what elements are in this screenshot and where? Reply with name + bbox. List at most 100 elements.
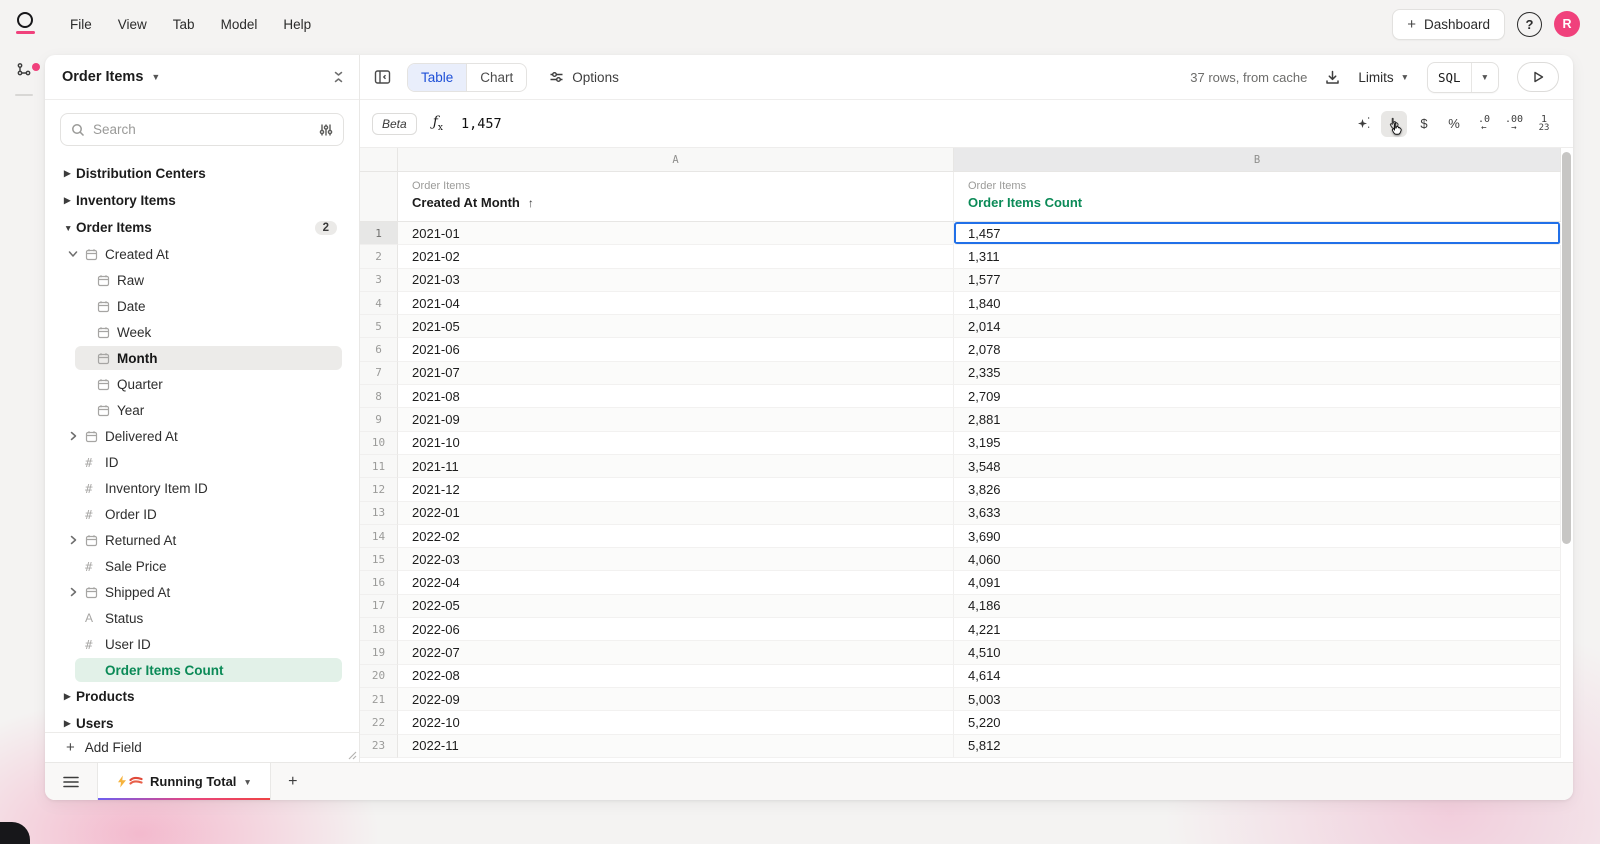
column-letter-a[interactable]: A	[398, 148, 954, 171]
field-tree-item-date[interactable]: Date	[45, 293, 359, 319]
field-tree-item-inventory-items[interactable]: ▶ Inventory Items	[45, 187, 359, 214]
field-tree-item-week[interactable]: Week	[45, 319, 359, 345]
cell-count[interactable]: 2,881	[954, 408, 1561, 432]
caret-down-icon[interactable]: ▼	[64, 223, 76, 233]
cell-count[interactable]: 5,812	[954, 734, 1561, 758]
cell-count[interactable]: 5,003	[954, 687, 1561, 712]
row-number[interactable]: 8	[360, 385, 398, 409]
cell-count[interactable]: 3,826	[954, 478, 1561, 502]
column-header-created-at-month[interactable]: Order Items Created At Month ↑	[398, 172, 954, 221]
caret-right-icon[interactable]: ▶	[64, 168, 76, 179]
cell-count[interactable]: 3,690	[954, 524, 1561, 549]
cell-month[interactable]: 2022-01	[398, 501, 954, 525]
chevron-right-icon[interactable]	[68, 587, 85, 597]
cell-month[interactable]: 2022-02	[398, 524, 954, 549]
help-button[interactable]: ?	[1517, 11, 1542, 37]
row-number[interactable]: 22	[360, 711, 398, 735]
sql-dropdown-caret[interactable]: ▼	[1470, 62, 1498, 92]
caret-right-icon[interactable]: ▶	[64, 195, 76, 206]
cell-month[interactable]: 2022-09	[398, 687, 954, 712]
row-number[interactable]: 6	[360, 338, 398, 362]
cell-month[interactable]: 2022-04	[398, 571, 954, 595]
row-number[interactable]: 18	[360, 618, 398, 642]
tab-table[interactable]: Table	[408, 63, 467, 91]
omni-logo-icon[interactable]	[16, 12, 37, 36]
row-number[interactable]: 3	[360, 268, 398, 292]
increase-decimal-icon[interactable]: .00 →	[1501, 111, 1527, 137]
column-letter-b[interactable]: B	[954, 148, 1561, 171]
row-number[interactable]: 9	[360, 408, 398, 432]
row-number[interactable]: 16	[360, 571, 398, 595]
field-tree-item-order-items[interactable]: ▼ Order Items 2	[45, 214, 359, 241]
add-sheet-tab-button[interactable]: +	[271, 763, 315, 800]
row-number[interactable]: 15	[360, 548, 398, 572]
cell-count[interactable]: 4,060	[954, 548, 1561, 572]
field-tree-item-quarter[interactable]: Quarter	[45, 371, 359, 397]
field-tree-item-raw[interactable]: Raw	[45, 267, 359, 293]
cell-count[interactable]: 3,548	[954, 454, 1561, 479]
download-icon[interactable]	[1325, 70, 1340, 85]
search-input[interactable]	[93, 122, 319, 137]
cell-count[interactable]: 4,186	[954, 594, 1561, 619]
menu-file[interactable]: File	[61, 12, 101, 37]
add-dashboard-button[interactable]: + Dashboard	[1392, 8, 1505, 40]
dollar-icon[interactable]: $	[1411, 111, 1437, 137]
row-number[interactable]: 20	[360, 664, 398, 688]
row-number[interactable]: 7	[360, 361, 398, 386]
add-field-button[interactable]: + Add Field	[45, 732, 359, 762]
cell-month[interactable]: 2021-10	[398, 431, 954, 455]
cell-month[interactable]: 2021-11	[398, 454, 954, 479]
resize-handle[interactable]	[348, 751, 357, 760]
field-tree-item-products[interactable]: ▶ Products	[45, 683, 359, 710]
chevron-right-icon[interactable]	[68, 535, 85, 545]
cell-month[interactable]: 2021-02	[398, 245, 954, 269]
cell-count[interactable]: 3,633	[954, 501, 1561, 525]
sparkles-icon[interactable]	[1351, 111, 1377, 137]
menu-view[interactable]: View	[109, 12, 156, 37]
field-tree-item-distribution-centers[interactable]: ▶ Distribution Centers	[45, 160, 359, 187]
sheet-tab-running-total[interactable]: Running Total ▼	[97, 763, 271, 800]
cell-month[interactable]: 2022-06	[398, 618, 954, 642]
menu-model[interactable]: Model	[212, 12, 267, 37]
cell-month[interactable]: 2021-04	[398, 291, 954, 316]
row-number[interactable]: 19	[360, 641, 398, 665]
percent-icon[interactable]: %	[1441, 111, 1467, 137]
cell-count[interactable]: 4,614	[954, 664, 1561, 688]
options-button[interactable]: Options	[549, 70, 619, 85]
cell-month[interactable]: 2021-07	[398, 361, 954, 386]
column-header-order-items-count[interactable]: Order Items Order Items Count	[954, 172, 1561, 221]
row-number[interactable]: 11	[360, 454, 398, 479]
run-query-button[interactable]	[1517, 62, 1559, 92]
row-number[interactable]: 10	[360, 431, 398, 455]
cell-count[interactable]: 1,577	[954, 268, 1561, 292]
cell-month[interactable]: 2022-11	[398, 734, 954, 758]
row-number[interactable]: 1	[360, 222, 398, 246]
chevron-down-icon[interactable]: ▼	[151, 72, 160, 82]
field-tree-item-order-items-count[interactable]: # Order Items Count	[45, 657, 359, 683]
cell-count[interactable]: 1,311	[954, 245, 1561, 269]
filter-sliders-icon[interactable]	[319, 123, 333, 137]
chevron-right-icon[interactable]	[68, 431, 85, 441]
field-tree-item-month[interactable]: Month	[45, 345, 359, 371]
toggle-sidebar-icon[interactable]	[374, 69, 391, 85]
cell-month[interactable]: 2021-08	[398, 385, 954, 409]
cell-count[interactable]: 2,709	[954, 385, 1561, 409]
cell-count[interactable]: 2,014	[954, 315, 1561, 339]
cell-count[interactable]: 2,078	[954, 338, 1561, 362]
cell-month[interactable]: 2021-05	[398, 315, 954, 339]
numbered-list-icon[interactable]: 1 23	[1531, 111, 1557, 137]
user-avatar[interactable]: R	[1554, 11, 1580, 37]
menu-help[interactable]: Help	[274, 12, 320, 37]
cell-month[interactable]: 2021-06	[398, 338, 954, 362]
field-tree-item-delivered-at[interactable]: Delivered At	[45, 423, 359, 449]
sql-label[interactable]: SQL	[1428, 63, 1471, 92]
cell-month[interactable]: 2022-08	[398, 664, 954, 688]
cell-count[interactable]: 1,840	[954, 291, 1561, 316]
row-number[interactable]: 21	[360, 687, 398, 712]
field-tree-item-users[interactable]: ▶ Users	[45, 710, 359, 732]
row-number[interactable]: 4	[360, 291, 398, 316]
search-box[interactable]	[60, 113, 344, 146]
cell-month[interactable]: 2022-05	[398, 594, 954, 619]
cell-month[interactable]: 2022-07	[398, 641, 954, 665]
cell-month[interactable]: 2021-12	[398, 478, 954, 502]
